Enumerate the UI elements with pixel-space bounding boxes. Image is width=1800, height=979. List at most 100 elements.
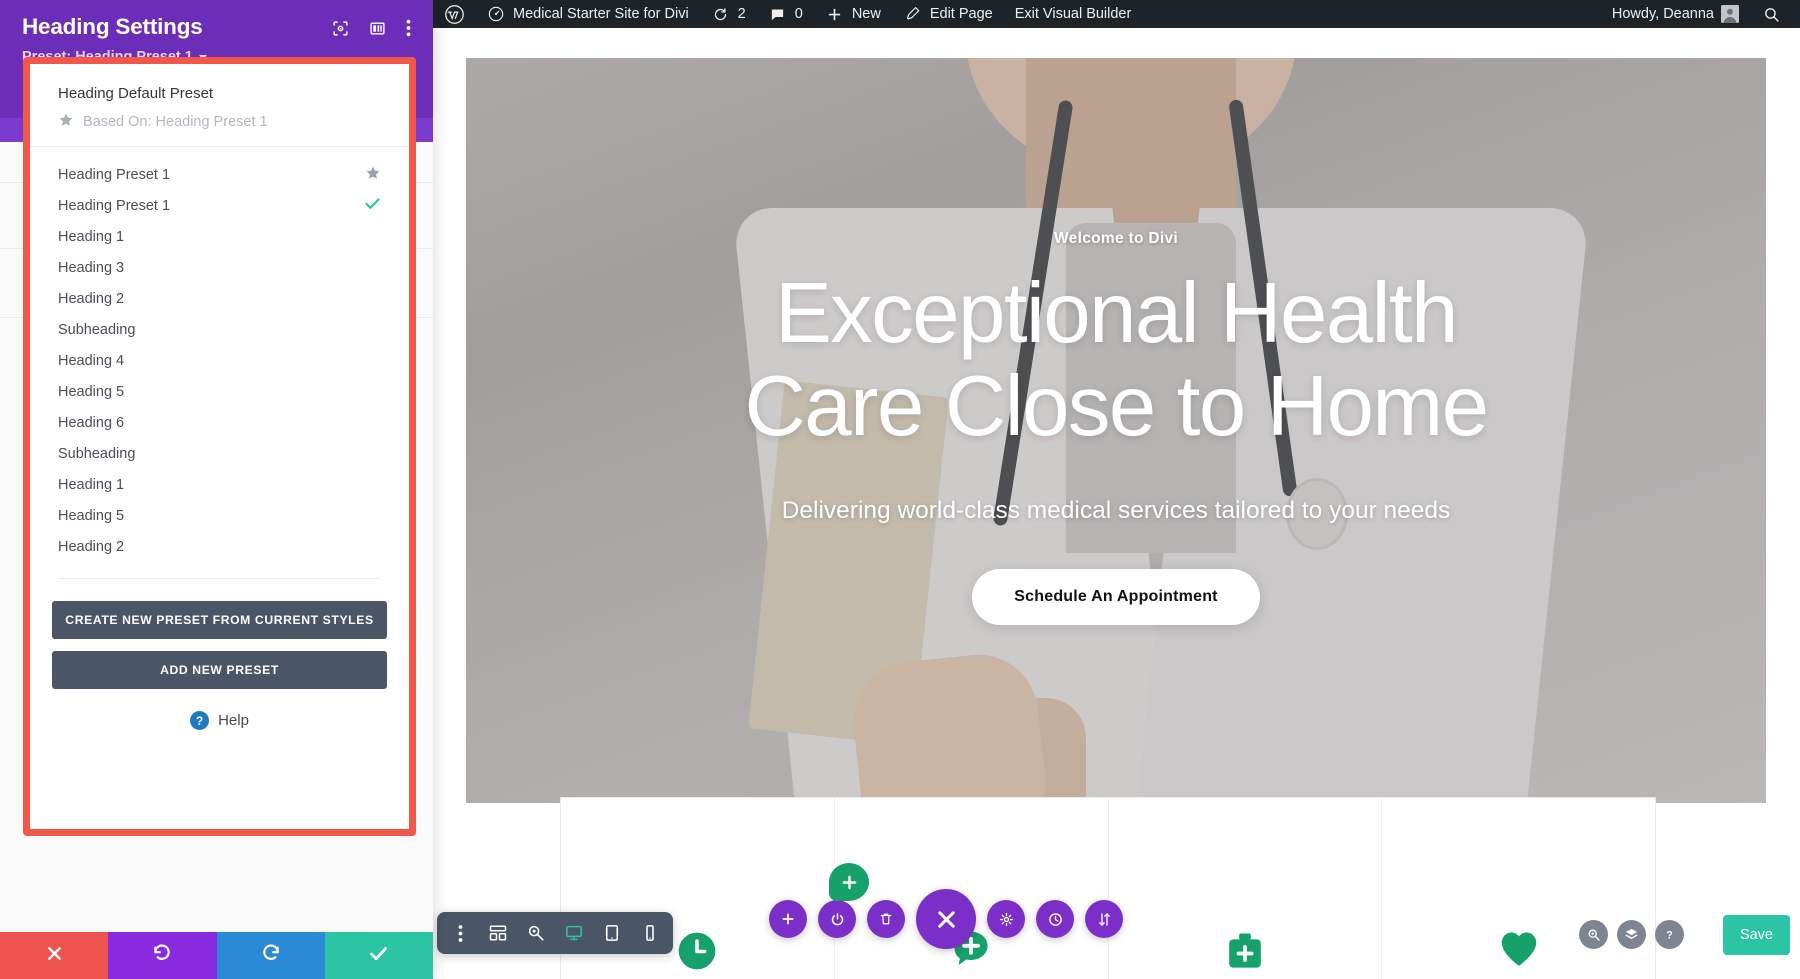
help-icon: ? [190, 711, 210, 730]
panel-header-icons [332, 14, 411, 37]
hero-content: Welcome to Divi Exceptional Health Care … [466, 58, 1766, 803]
preset-dropdown: Heading Default Preset Based On: Heading… [23, 57, 416, 836]
preset-list-item[interactable]: Heading 4 [30, 345, 409, 376]
clock-icon [677, 931, 717, 971]
screen: Medical Starter Site for Divi 2 0 New Ed… [0, 0, 1800, 979]
preset-item-label: Heading 3 [58, 259, 125, 276]
preset-default-section[interactable]: Heading Default Preset Based On: Heading… [30, 64, 409, 147]
service-card[interactable]: Primary Care [1109, 798, 1383, 979]
undo-icon [152, 943, 172, 968]
desktop-view-icon[interactable] [555, 912, 593, 954]
zoom-out-icon[interactable] [517, 912, 555, 954]
add-module-icon[interactable] [769, 900, 807, 938]
preset-item-label: Heading 1 [58, 476, 125, 493]
preset-item-label: Heading 5 [58, 383, 125, 400]
preset-list-item[interactable]: Heading Preset 1 [30, 190, 409, 221]
discard-changes-button[interactable] [0, 932, 109, 979]
preset-item-label: Heading 2 [58, 538, 125, 555]
redo-icon [261, 943, 281, 968]
svg-text:?: ? [1666, 929, 1672, 941]
panel-footer-actions [0, 932, 433, 979]
heart-icon [1497, 927, 1541, 971]
layout-columns-icon[interactable] [369, 20, 386, 37]
layers-icon[interactable] [1617, 920, 1646, 949]
preset-list-item[interactable]: Heading 5 [30, 500, 409, 531]
preset-list-item[interactable]: Heading Preset 1 [30, 159, 409, 190]
site-name-button[interactable]: Medical Starter Site for Divi [475, 0, 700, 28]
check-icon [368, 943, 389, 969]
settings-power-icon[interactable] [818, 900, 856, 938]
preset-list-item[interactable]: Heading 1 [30, 221, 409, 252]
updates-button[interactable]: 2 [700, 0, 757, 28]
preset-list-item[interactable]: Heading 2 [30, 283, 409, 314]
create-new-preset-button[interactable]: CREATE NEW PRESET FROM CURRENT STYLES [52, 601, 387, 639]
save-button[interactable]: Save [1722, 915, 1790, 955]
phone-view-icon[interactable] [631, 912, 669, 954]
service-card[interactable]: Specialty Care [1382, 798, 1655, 979]
new-content-label: New [851, 6, 881, 22]
kebab-menu-icon[interactable] [406, 19, 411, 37]
module-history-icon[interactable] [1036, 900, 1074, 938]
page-title: Heading Settings [22, 14, 203, 39]
admin-bar-left-group: Medical Starter Site for Divi 2 0 New Ed… [433, 0, 1142, 28]
preset-item-label: Subheading [58, 445, 136, 462]
help-icon[interactable]: ? [1655, 920, 1684, 949]
hero-title-line-1: Exceptional Health [775, 266, 1458, 361]
preset-list-item[interactable]: Heading 1 [30, 469, 409, 500]
kebab-menu-icon[interactable] [441, 912, 479, 954]
preset-item-label: Heading 2 [58, 290, 125, 307]
module-settings-icon[interactable] [987, 900, 1025, 938]
apply-changes-button[interactable] [324, 932, 433, 979]
account-menu[interactable]: Howdy, Deanna [1601, 0, 1750, 28]
avatar [1721, 5, 1739, 23]
service-cards-row: 24/7 Virtual Care Emergency Care Primary… [560, 797, 1656, 979]
wireframe-icon[interactable] [479, 912, 517, 954]
preset-item-label: Heading Preset 1 [58, 197, 171, 214]
preset-list-item[interactable]: Subheading [30, 438, 409, 469]
comments-icon [768, 4, 788, 24]
preset-list: Heading Preset 1 Heading Preset 1 Headin… [30, 147, 409, 568]
admin-bar-search-button[interactable] [1750, 0, 1792, 28]
module-sort-icon[interactable] [1085, 900, 1123, 938]
schedule-appointment-button[interactable]: Schedule An Appointment [972, 569, 1260, 626]
hero-title-line-2: Care Close to Home [744, 358, 1489, 454]
delete-module-icon[interactable] [867, 900, 905, 938]
preset-dropdown-actions: CREATE NEW PRESET FROM CURRENT STYLES AD… [30, 579, 409, 730]
admin-bar-right-group: Howdy, Deanna [1601, 0, 1800, 28]
preset-list-item[interactable]: Heading 3 [30, 252, 409, 283]
undo-button[interactable] [108, 932, 217, 979]
star-icon [58, 112, 74, 132]
exit-visual-builder-button[interactable]: Exit Visual Builder [1004, 0, 1143, 28]
edit-page-button[interactable]: Edit Page [892, 0, 1004, 28]
preset-list-item[interactable]: Subheading [30, 314, 409, 345]
redo-button[interactable] [216, 932, 325, 979]
preset-list-item[interactable]: Heading 5 [30, 376, 409, 407]
check-icon [364, 195, 381, 216]
help-link[interactable]: ? Help [52, 711, 387, 730]
preset-based-on-row: Based On: Heading Preset 1 [58, 112, 381, 132]
wp-admin-bar: Medical Starter Site for Divi 2 0 New Ed… [433, 0, 1800, 28]
preset-item-label: Subheading [58, 321, 136, 338]
add-module-bubble-icon[interactable] [829, 863, 869, 901]
preset-list-item[interactable]: Heading 6 [30, 407, 409, 438]
howdy-label: Howdy, Deanna [1611, 6, 1714, 22]
help-label: Help [218, 712, 249, 729]
preset-item-label: Heading 6 [58, 414, 125, 431]
comments-button[interactable]: 0 [757, 0, 814, 28]
star-icon[interactable] [365, 165, 381, 185]
wordpress-logo-icon [444, 4, 464, 24]
wordpress-logo-button[interactable] [433, 0, 475, 28]
comments-count: 0 [794, 6, 803, 22]
builder-right-controls: ? [1579, 920, 1684, 949]
hero-eyebrow: Welcome to Divi [1054, 230, 1178, 247]
add-new-preset-button[interactable]: ADD NEW PRESET [52, 651, 387, 689]
preset-list-item[interactable]: Heading 2 [30, 531, 409, 562]
focus-target-icon[interactable] [332, 20, 349, 37]
close-module-icon[interactable] [916, 889, 976, 949]
updates-icon [711, 4, 731, 24]
edit-page-label: Edit Page [929, 6, 993, 22]
visual-builder-canvas: Welcome to Divi Exceptional Health Care … [433, 28, 1800, 979]
new-content-button[interactable]: New [814, 0, 892, 28]
search-icon[interactable] [1579, 920, 1608, 949]
tablet-view-icon[interactable] [593, 912, 631, 954]
